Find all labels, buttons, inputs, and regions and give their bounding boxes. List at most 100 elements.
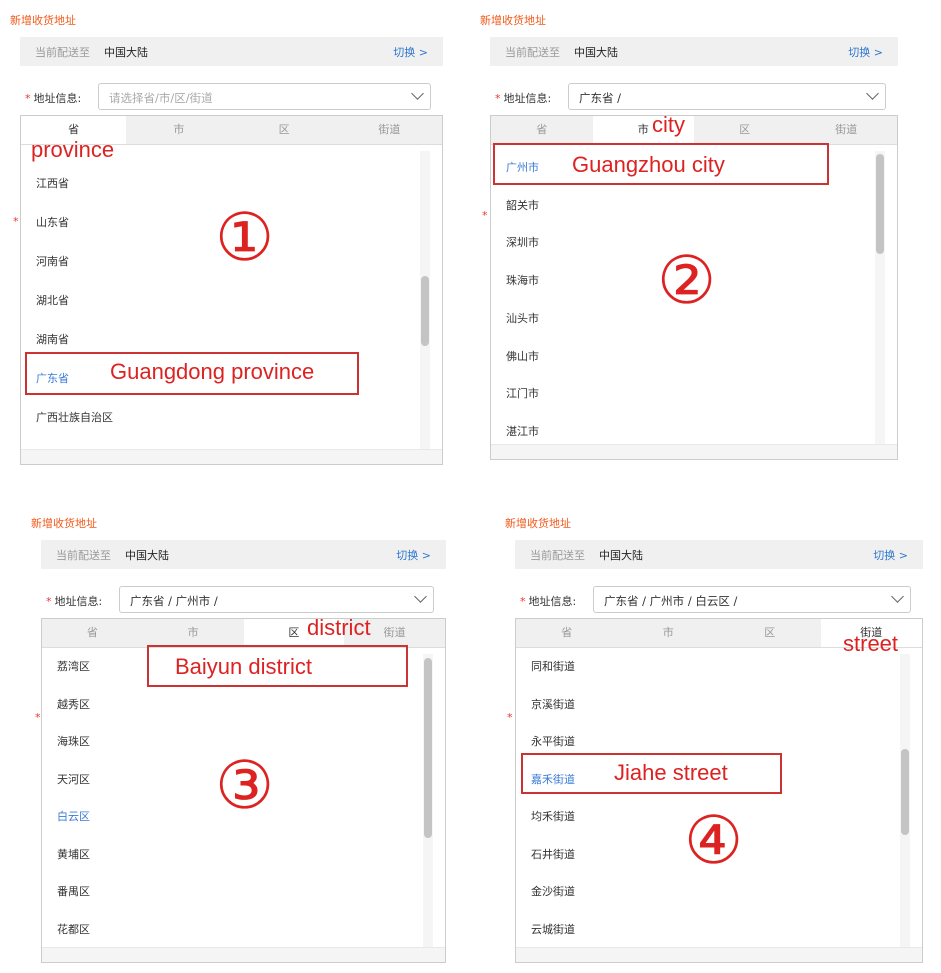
list-item[interactable]: 深圳市 — [506, 234, 539, 250]
deliver-label: 当前配送至 — [35, 45, 90, 59]
tab-district[interactable]: 区 — [694, 116, 796, 144]
address-input-text: 广东省 / 广州市 / — [130, 594, 218, 608]
page-title: 新增收货地址 — [480, 14, 546, 27]
page-title: 新增收货地址 — [31, 517, 97, 530]
list-item[interactable]: 江西省 — [36, 175, 69, 191]
list-item[interactable]: 汕头市 — [506, 310, 539, 326]
tab-street[interactable]: 街道 — [337, 116, 442, 144]
deliver-value: 中国大陆 — [125, 548, 169, 562]
delivery-bar: 当前配送至 中国大陆 切换 > — [515, 540, 923, 569]
address-select-input[interactable]: 广东省 / — [568, 83, 886, 110]
required-mark: * — [507, 711, 513, 724]
horizontal-scrollbar — [516, 947, 922, 962]
address-label-text: 地址信息: — [54, 595, 103, 608]
required-mark: * — [46, 595, 52, 608]
list-item[interactable]: 佛山市 — [506, 348, 539, 364]
list-item[interactable]: 同和街道 — [531, 658, 575, 674]
scrollbar-thumb[interactable] — [421, 276, 429, 346]
list-item[interactable]: 荔湾区 — [57, 658, 90, 674]
list-item[interactable]: 广西壮族自治区 — [36, 409, 113, 425]
step-number-3: ③ — [215, 747, 275, 824]
list-item[interactable]: 湛江市 — [506, 423, 539, 439]
address-input-text: 广东省 / — [579, 91, 622, 105]
tab-city[interactable]: 市 — [143, 619, 244, 647]
horizontal-scrollbar — [491, 444, 897, 459]
horizontal-scrollbar — [42, 947, 445, 962]
address-label: * 地址信息: — [46, 593, 102, 609]
address-select-input[interactable]: 广东省 / 广州市 / — [119, 586, 434, 613]
list-item[interactable]: 湖北省 — [36, 292, 69, 308]
switch-link[interactable]: 切换 > — [848, 44, 883, 60]
list-item[interactable]: 京溪街道 — [531, 696, 575, 712]
scrollbar[interactable] — [875, 151, 885, 449]
tab-province[interactable]: 省 — [516, 619, 618, 647]
page-title: 新增收货地址 — [10, 14, 76, 27]
tab-district[interactable]: 区 — [719, 619, 821, 647]
address-select-input[interactable]: 请选择省/市/区/街道 — [98, 83, 431, 110]
list-item[interactable]: 韶关市 — [506, 197, 539, 213]
list-item[interactable]: 花都区 — [57, 921, 90, 937]
address-label: * 地址信息: — [25, 90, 81, 106]
delivery-bar: 当前配送至 中国大陆 切换 > — [41, 540, 446, 569]
address-label: * 地址信息: — [520, 593, 576, 609]
list-item[interactable]: 越秀区 — [57, 696, 90, 712]
scrollbar[interactable] — [423, 654, 433, 952]
deliver-value: 中国大陆 — [599, 548, 643, 562]
list-item[interactable]: 番禺区 — [57, 883, 90, 899]
list-item[interactable]: 海珠区 — [57, 733, 90, 749]
delivery-bar: 当前配送至 中国大陆 切换 > — [20, 37, 443, 66]
scrollbar-thumb[interactable] — [876, 154, 884, 254]
list-item[interactable]: 河南省 — [36, 253, 69, 269]
address-select-input[interactable]: 广东省 / 广州市 / 白云区 / — [593, 586, 911, 613]
list-item[interactable]: 云城街道 — [531, 921, 575, 937]
scrollbar-thumb[interactable] — [901, 749, 909, 835]
list-item[interactable]: 珠海市 — [506, 272, 539, 288]
deliver-value: 中国大陆 — [104, 45, 148, 59]
list-item[interactable]: 均禾街道 — [531, 808, 575, 824]
chevron-down-icon[interactable] — [891, 590, 904, 603]
list-item[interactable]: 山东省 — [36, 214, 69, 230]
switch-link[interactable]: 切换 > — [396, 547, 431, 563]
list-item[interactable]: 金沙街道 — [531, 883, 575, 899]
chevron-down-icon[interactable] — [866, 87, 879, 100]
list-item[interactable]: 石井街道 — [531, 846, 575, 862]
required-mark: * — [482, 209, 488, 222]
scrollbar[interactable] — [420, 151, 430, 454]
tab-street[interactable]: 街道 — [796, 116, 898, 144]
chevron-down-icon[interactable] — [414, 590, 427, 603]
annotation-city: city — [652, 112, 685, 137]
list-item[interactable]: 湖南省 — [36, 331, 69, 347]
region-tabs: 省市区街道 — [491, 116, 897, 145]
tab-province[interactable]: 省 — [491, 116, 593, 144]
annotation-guangzhou: Guangzhou city — [572, 152, 725, 177]
annotation-district: district — [307, 615, 371, 640]
annotation-jiahe: Jiahe street — [614, 760, 728, 785]
tab-city[interactable]: 市 — [618, 619, 720, 647]
region-list: 江西省山东省河南省湖北省湖南省广东省广西壮族自治区海南省 — [21, 145, 412, 464]
required-mark: * — [25, 92, 31, 105]
address-input-text: 请选择省/市/区/街道 — [109, 91, 213, 105]
list-item[interactable]: 永平街道 — [531, 733, 575, 749]
horizontal-scrollbar — [21, 449, 442, 464]
list-item[interactable]: 白云区 — [57, 808, 90, 824]
region-tabs: 省市区街道 — [42, 619, 445, 648]
annotation-guangdong: Guangdong province — [110, 359, 315, 384]
list-item[interactable]: 江门市 — [506, 385, 539, 401]
chevron-down-icon[interactable] — [411, 87, 424, 100]
list-item[interactable]: 黄埔区 — [57, 846, 90, 862]
required-mark: * — [520, 595, 526, 608]
switch-link[interactable]: 切换 > — [873, 547, 908, 563]
tab-city[interactable]: 市 — [126, 116, 231, 144]
tab-province[interactable]: 省 — [42, 619, 143, 647]
scrollbar-thumb[interactable] — [424, 658, 432, 838]
region-dropdown: 省市区街道 江西省山东省河南省湖北省湖南省广东省广西壮族自治区海南省 — [20, 115, 443, 465]
address-label-text: 地址信息: — [33, 92, 82, 105]
scrollbar[interactable] — [900, 654, 910, 952]
deliver-label: 当前配送至 — [56, 548, 111, 562]
switch-link[interactable]: 切换 > — [393, 44, 428, 60]
list-item[interactable]: 天河区 — [57, 771, 90, 787]
step-number-1: ① — [215, 199, 275, 276]
tab-district[interactable]: 区 — [232, 116, 337, 144]
annotation-province: province — [31, 137, 115, 162]
annotation-street: street — [843, 631, 899, 656]
